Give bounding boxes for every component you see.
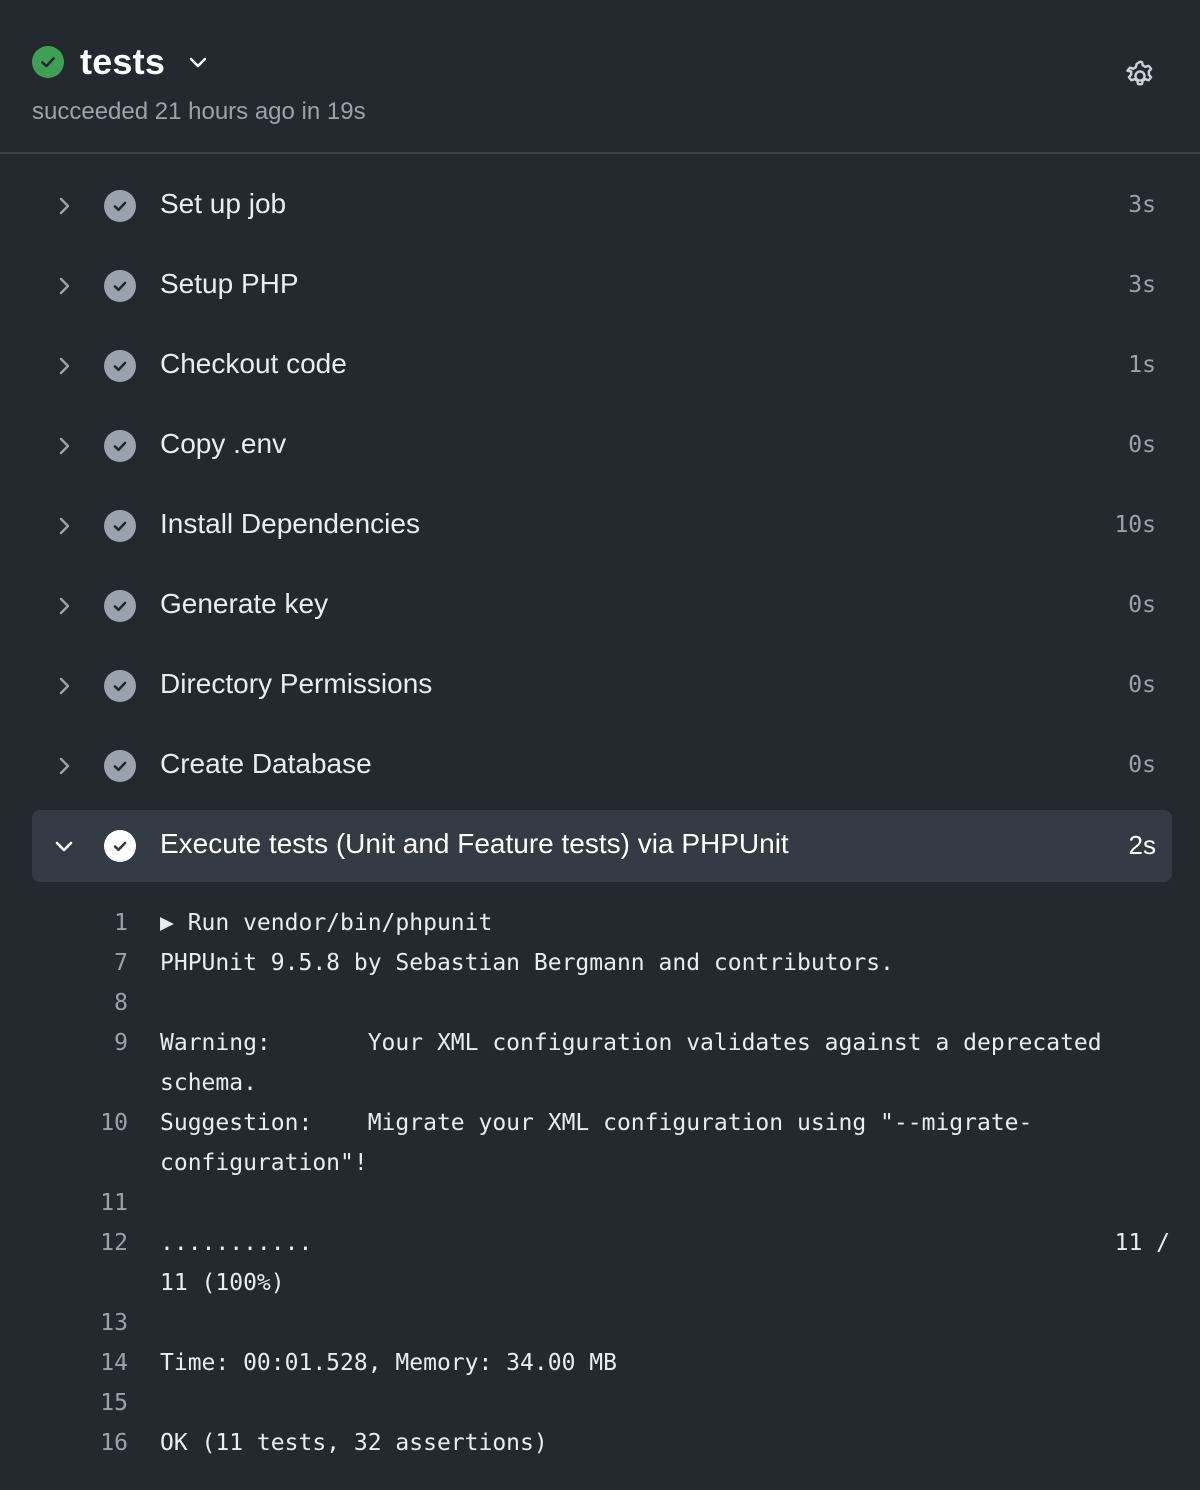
line-number[interactable]: 1 — [64, 910, 128, 936]
line-number[interactable]: 8 — [64, 990, 128, 1016]
log-text: 11 (100%) — [160, 1270, 285, 1296]
log-line: 16 OK (11 tests, 32 assertions) — [0, 1426, 1200, 1466]
line-number[interactable]: 14 — [64, 1350, 128, 1376]
step-row[interactable]: Generate key 0s — [32, 570, 1172, 642]
log-line-wrap: configuration"! — [0, 1146, 1200, 1186]
step-row-expanded[interactable]: Execute tests (Unit and Feature tests) v… — [32, 810, 1172, 882]
chevron-right-icon[interactable] — [52, 354, 76, 378]
check-circle-icon — [104, 350, 136, 382]
step-duration: 0s — [1128, 432, 1156, 458]
gear-icon[interactable] — [1120, 56, 1160, 96]
job-header: tests succeeded 21 hours ago in 19s — [0, 0, 1200, 154]
log-line-wrap: 11 (100%) — [0, 1266, 1200, 1306]
chevron-down-icon[interactable] — [52, 834, 76, 858]
line-number[interactable]: 13 — [64, 1310, 128, 1336]
step-duration: 1s — [1128, 352, 1156, 378]
job-title: tests — [80, 41, 166, 82]
step-label: Set up job — [160, 188, 287, 219]
check-circle-icon — [104, 590, 136, 622]
chevron-right-icon[interactable] — [52, 674, 76, 698]
step-row[interactable]: Create Database 0s — [32, 730, 1172, 802]
log-text-right: 11 / — [1114, 1230, 1170, 1256]
log-line: 7 PHPUnit 9.5.8 by Sebastian Bergmann an… — [0, 946, 1200, 986]
check-circle-icon — [104, 670, 136, 702]
line-number[interactable]: 16 — [64, 1430, 128, 1456]
log-group-toggle[interactable]: ▶ Run vendor/bin/phpunit — [160, 910, 492, 936]
log-text: configuration"! — [160, 1150, 368, 1176]
check-circle-icon — [104, 270, 136, 302]
step-duration: 10s — [1114, 512, 1156, 538]
line-number[interactable]: 12 — [64, 1230, 128, 1256]
line-number[interactable]: 7 — [64, 950, 128, 976]
job-title-row: tests — [32, 40, 211, 84]
check-circle-icon — [104, 830, 136, 862]
chevron-right-icon[interactable] — [52, 514, 76, 538]
chevron-right-icon[interactable] — [52, 594, 76, 618]
step-label: Checkout code — [160, 348, 347, 379]
step-label: Install Dependencies — [160, 508, 420, 539]
line-number[interactable]: 9 — [64, 1030, 128, 1056]
step-duration: 3s — [1128, 272, 1156, 298]
log-text: OK (11 tests, 32 assertions) — [160, 1430, 548, 1456]
check-circle-icon — [104, 430, 136, 462]
step-label: Create Database — [160, 748, 372, 779]
log-line: 10 Suggestion: Migrate your XML configur… — [0, 1106, 1200, 1146]
step-duration: 0s — [1128, 672, 1156, 698]
line-number[interactable]: 11 — [64, 1190, 128, 1216]
step-duration: 3s — [1128, 192, 1156, 218]
check-circle-icon — [32, 46, 64, 78]
log-line: 15 — [0, 1386, 1200, 1426]
chevron-right-icon[interactable] — [52, 434, 76, 458]
log-line: 14 Time: 00:01.528, Memory: 34.00 MB — [0, 1346, 1200, 1386]
step-row[interactable]: Install Dependencies 10s — [32, 490, 1172, 562]
step-row[interactable]: Copy .env 0s — [32, 410, 1172, 482]
step-row[interactable]: Set up job 3s — [32, 170, 1172, 242]
chevron-right-icon[interactable] — [52, 754, 76, 778]
step-label: Setup PHP — [160, 268, 299, 299]
log-text: ........... — [160, 1230, 313, 1256]
line-number[interactable]: 10 — [64, 1110, 128, 1136]
step-label: Generate key — [160, 588, 329, 619]
step-label: Copy .env — [160, 428, 287, 459]
chevron-down-icon[interactable] — [185, 49, 211, 75]
step-row[interactable]: Setup PHP 3s — [32, 250, 1172, 322]
step-duration: 0s — [1128, 592, 1156, 618]
log-line: 8 — [0, 986, 1200, 1026]
step-duration: 2s — [1128, 830, 1156, 860]
step-row[interactable]: Checkout code 1s — [32, 330, 1172, 402]
log-text: schema. — [160, 1070, 257, 1096]
log-text: Time: 00:01.528, Memory: 34.00 MB — [160, 1350, 617, 1376]
log-line: 9 Warning: Your XML configuration valida… — [0, 1026, 1200, 1066]
step-label: Execute tests (Unit and Feature tests) v… — [160, 828, 789, 859]
log-line-wrap: schema. — [0, 1066, 1200, 1106]
chevron-right-icon[interactable] — [52, 274, 76, 298]
log-line: 11 — [0, 1186, 1200, 1226]
check-circle-icon — [104, 750, 136, 782]
log-line: 1 ▶ Run vendor/bin/phpunit — [0, 906, 1200, 946]
log-line: 13 — [0, 1306, 1200, 1346]
check-circle-icon — [104, 190, 136, 222]
chevron-right-icon[interactable] — [52, 194, 76, 218]
step-label: Directory Permissions — [160, 668, 433, 699]
job-status-text: succeeded 21 hours ago in 19s — [32, 98, 366, 125]
log-line: 12 ........... 11 / — [0, 1226, 1200, 1266]
step-duration: 0s — [1128, 752, 1156, 778]
log-text: PHPUnit 9.5.8 by Sebastian Bergmann and … — [160, 950, 894, 976]
log-text: Suggestion: Migrate your XML configurati… — [160, 1110, 1033, 1136]
step-row[interactable]: Directory Permissions 0s — [32, 650, 1172, 722]
line-number[interactable]: 15 — [64, 1390, 128, 1416]
check-circle-icon — [104, 510, 136, 542]
log-text: Warning: Your XML configuration validate… — [160, 1030, 1102, 1056]
